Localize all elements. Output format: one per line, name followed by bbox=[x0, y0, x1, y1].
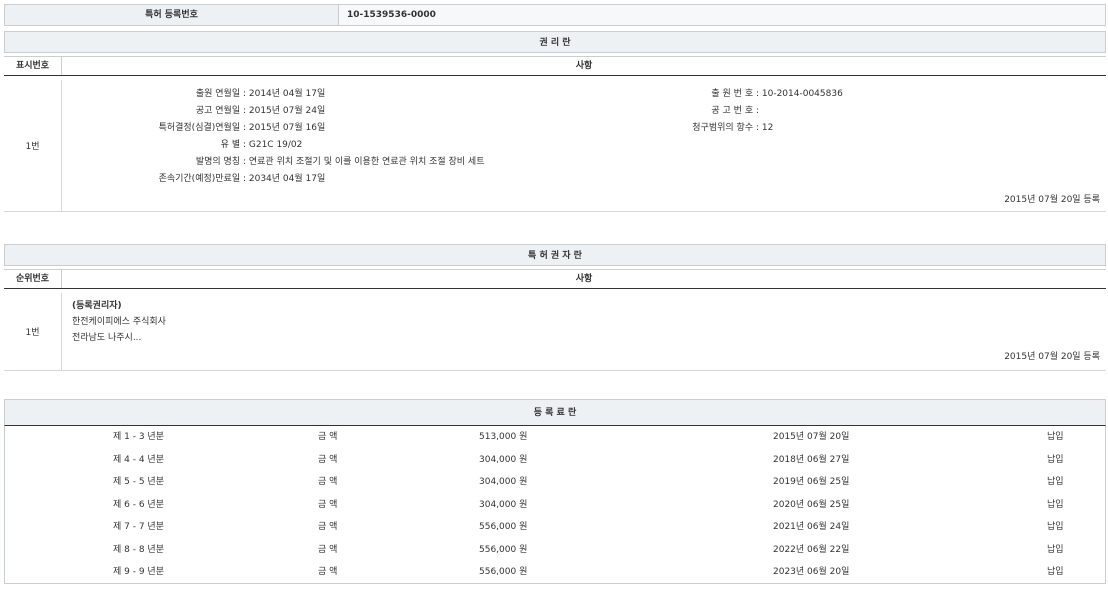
fee-amount: 513,000 원 bbox=[479, 426, 527, 448]
fee-paid-date: 2018년 06월 27일 bbox=[773, 449, 849, 471]
fee-term: 제 9 - 9 년분 bbox=[113, 561, 164, 583]
fee-amount: 556,000 원 bbox=[479, 516, 527, 538]
fee-amount-label: 금 액 bbox=[318, 539, 337, 561]
fee-status: 납입 bbox=[1047, 539, 1064, 561]
fee-term: 제 5 - 5 년분 bbox=[113, 471, 164, 493]
fee-status: 납입 bbox=[1047, 561, 1064, 583]
fee-paid-date: 2021년 06월 24일 bbox=[773, 516, 849, 538]
fee-term: 제 6 - 6 년분 bbox=[113, 494, 164, 516]
rights-col-details: 사항 bbox=[62, 57, 1106, 75]
holder-info: (등록권리자) 한전케이피에스 주식회사 전라남도 나주시... bbox=[72, 298, 166, 346]
fee-amount: 556,000 원 bbox=[479, 539, 527, 561]
field-application-date: 출원 연월일 : 2014년 04월 17일 bbox=[64, 86, 485, 103]
patent-number-label: 특허 등록번호 bbox=[5, 5, 339, 25]
fee-paid-date: 2020년 06월 25일 bbox=[773, 494, 849, 516]
fee-amount-label: 금 액 bbox=[318, 471, 337, 493]
fee-amount-label: 금 액 bbox=[318, 494, 337, 516]
fee-term: 제 1 - 3 년분 bbox=[113, 426, 164, 448]
fee-row: 제 9 - 9 년분 금 액 556,000 원 2023년 06월 20일 납입 bbox=[5, 561, 1105, 583]
fee-section-title: 등 록 료 란 bbox=[4, 399, 1106, 426]
fee-amount: 304,000 원 bbox=[479, 494, 527, 516]
fee-term: 제 7 - 7 년분 bbox=[113, 516, 164, 538]
fee-paid-date: 2022년 06월 22일 bbox=[773, 539, 849, 561]
fee-paid-date: 2023년 06월 20일 bbox=[773, 561, 849, 583]
rights-right-fields: 출 원 번 호 : 10-2014-0045836 공 고 번 호 : 청구범위… bbox=[604, 86, 843, 137]
fee-row: 제 4 - 4 년분 금 액 304,000 원 2018년 06월 27일 납입 bbox=[5, 449, 1105, 471]
field-invention-title: 발명의 명칭 : 연료관 위치 조절기 및 이를 이용한 연료관 위치 조절 장… bbox=[64, 154, 485, 171]
patent-number-value: 10-1539536-0000 bbox=[339, 5, 1105, 25]
holder-name: 한전케이피에스 주식회사 bbox=[72, 314, 166, 330]
fee-status: 납입 bbox=[1047, 426, 1064, 448]
fee-amount-label: 금 액 bbox=[318, 516, 337, 538]
fee-term: 제 8 - 8 년분 bbox=[113, 539, 164, 561]
fee-paid-date: 2015년 07월 20일 bbox=[773, 426, 849, 448]
fee-row: 제 6 - 6 년분 금 액 304,000 원 2020년 06월 25일 납입 bbox=[5, 494, 1105, 516]
holder-row-number: 1번 bbox=[4, 293, 62, 370]
fee-amount-label: 금 액 bbox=[318, 561, 337, 583]
field-publication-date: 공고 연월일 : 2015년 07월 24일 bbox=[64, 103, 485, 120]
fee-row: 제 5 - 5 년분 금 액 304,000 원 2019년 06월 25일 납입 bbox=[5, 471, 1105, 493]
holder-column-header: 순위번호 사항 bbox=[4, 269, 1106, 289]
patent-number-bar: 특허 등록번호 10-1539536-0000 bbox=[4, 4, 1106, 26]
holder-col-rank: 순위번호 bbox=[4, 270, 62, 288]
fee-status: 납입 bbox=[1047, 449, 1064, 471]
fee-amount: 304,000 원 bbox=[479, 449, 527, 471]
field-application-number: 출 원 번 호 : 10-2014-0045836 bbox=[604, 86, 843, 103]
field-publication-number: 공 고 번 호 : bbox=[604, 103, 843, 120]
holder-col-details: 사항 bbox=[62, 270, 1106, 288]
rights-row-number: 1번 bbox=[4, 80, 62, 211]
fee-status: 납입 bbox=[1047, 471, 1064, 493]
fee-status: 납입 bbox=[1047, 494, 1064, 516]
holder-registration-date: 2015년 07월 20일 등록 bbox=[1004, 349, 1100, 362]
rights-registration-date: 2015년 07월 20일 등록 bbox=[1004, 192, 1100, 205]
field-classification: 유 별 : G21C 19/02 bbox=[64, 137, 485, 154]
holder-row: 1번 (등록권리자) 한전케이피에스 주식회사 전라남도 나주시... 2015… bbox=[4, 293, 1106, 371]
fee-table: 등 록 료 란 제 1 - 3 년분금 액513,000 원2015년 07월 … bbox=[4, 399, 1106, 584]
fee-status: 납입 bbox=[1047, 516, 1064, 538]
fee-amount-label: 금 액 bbox=[318, 449, 337, 471]
fee-row: 제 1 - 3 년분 금 액 513,000 원 2015년 07월 20일 납입 bbox=[5, 426, 1105, 448]
rights-row: 1번 출원 연월일 : 2014년 04월 17일 공고 연월일 : 2015년… bbox=[4, 80, 1106, 212]
fee-amount: 556,000 원 bbox=[479, 561, 527, 583]
holder-section-title: 특 허 권 자 란 bbox=[4, 244, 1106, 266]
rights-col-number: 표시번호 bbox=[4, 57, 62, 75]
field-expiry-date: 존속기간(예정)만료일 : 2034년 04월 17일 bbox=[64, 171, 485, 188]
holder-role: (등록권리자) bbox=[72, 298, 166, 314]
fee-row: 제 7 - 7 년분 금 액 556,000 원 2021년 06월 24일 납입 bbox=[5, 516, 1105, 538]
fee-amount: 304,000 원 bbox=[479, 471, 527, 493]
fee-term: 제 4 - 4 년분 bbox=[113, 449, 164, 471]
rights-section-title: 권 리 란 bbox=[4, 31, 1106, 53]
rights-left-fields: 출원 연월일 : 2014년 04월 17일 공고 연월일 : 2015년 07… bbox=[64, 86, 485, 188]
field-decision-date: 특허결정(심결)연월일 : 2015년 07월 16일 bbox=[64, 120, 485, 137]
fee-paid-date: 2019년 06월 25일 bbox=[773, 471, 849, 493]
fee-amount-label: 금 액 bbox=[318, 426, 337, 448]
field-claim-count: 청구범위의 항수 : 12 bbox=[604, 120, 843, 137]
holder-address: 전라남도 나주시... bbox=[72, 330, 166, 346]
fee-row: 제 8 - 8 년분 금 액 556,000 원 2022년 06월 22일 납입 bbox=[5, 539, 1105, 561]
rights-column-header: 표시번호 사항 bbox=[4, 56, 1106, 76]
